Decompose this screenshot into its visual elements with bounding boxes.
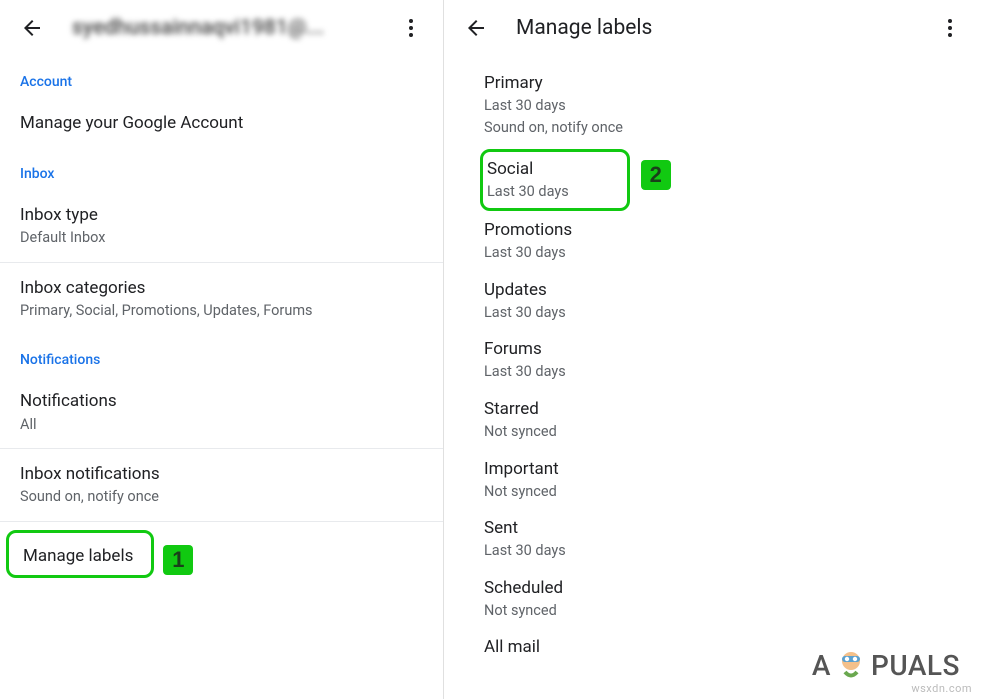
item-title: Inbox notifications: [20, 463, 423, 485]
item-subtitle: Sound on, notify once: [20, 487, 423, 507]
inbox-categories-item[interactable]: Inbox categories Primary, Social, Promot…: [0, 263, 443, 335]
item-title: Scheduled: [484, 577, 962, 599]
manage-labels-item[interactable]: Manage labels: [23, 545, 133, 567]
label-starred[interactable]: Starred Not synced: [444, 390, 982, 450]
item-subtitle: Not synced: [484, 601, 962, 621]
account-email-title: syedhussainnaqvi1981@...: [56, 16, 387, 40]
label-promotions[interactable]: Promotions Last 30 days: [444, 211, 982, 271]
item-subtitle: Last 30 days: [484, 362, 962, 382]
item-title: Notifications: [20, 390, 423, 412]
back-button[interactable]: [452, 4, 500, 52]
section-header-account: Account: [0, 56, 443, 98]
label-updates[interactable]: Updates Last 30 days: [444, 271, 982, 331]
item-subtitle: All: [20, 415, 423, 435]
item-subtitle: Last 30 days: [484, 243, 962, 263]
item-title: Manage your Google Account: [20, 112, 423, 134]
manage-google-account-item[interactable]: Manage your Google Account: [0, 98, 443, 148]
item-title: Promotions: [484, 219, 962, 241]
manage-labels-pane: Manage labels Primary Last 30 days Sound…: [444, 0, 982, 699]
arrow-back-icon: [464, 16, 488, 40]
item-subtitle: Sound on, notify once: [484, 118, 962, 138]
highlight-manage-labels: Manage labels 1: [6, 530, 154, 578]
section-header-inbox: Inbox: [0, 148, 443, 190]
item-subtitle: Not synced: [484, 482, 962, 502]
page-title: Manage labels: [500, 16, 926, 40]
item-title: Starred: [484, 398, 962, 420]
notifications-item[interactable]: Notifications All: [0, 376, 443, 448]
label-important[interactable]: Important Not synced: [444, 450, 982, 510]
item-subtitle: Primary, Social, Promotions, Updates, Fo…: [20, 301, 423, 321]
mascot-icon: [833, 647, 869, 683]
more-button[interactable]: [926, 4, 974, 52]
item-subtitle: Last 30 days: [487, 182, 569, 202]
item-title: Inbox categories: [20, 277, 423, 299]
brand-suffix: PUALS: [871, 649, 960, 682]
brand-prefix: A: [812, 649, 831, 682]
settings-pane: syedhussainnaqvi1981@... Account Manage …: [0, 0, 444, 699]
label-scheduled[interactable]: Scheduled Not synced: [444, 569, 982, 629]
item-subtitle: Last 30 days: [484, 303, 962, 323]
inbox-type-item[interactable]: Inbox type Default Inbox: [0, 190, 443, 262]
label-forums[interactable]: Forums Last 30 days: [444, 330, 982, 390]
settings-header: syedhussainnaqvi1981@...: [0, 0, 443, 56]
item-subtitle: Last 30 days: [484, 541, 962, 561]
item-subtitle: Not synced: [484, 422, 962, 442]
annotation-badge-1: 1: [163, 545, 193, 575]
item-title: Sent: [484, 517, 962, 539]
labels-list: Primary Last 30 days Sound on, notify on…: [444, 56, 982, 667]
item-title: Inbox type: [20, 204, 423, 226]
label-sent[interactable]: Sent Last 30 days: [444, 509, 982, 569]
annotation-badge-2: 2: [641, 160, 671, 190]
back-button[interactable]: [8, 4, 56, 52]
item-title: Primary: [484, 72, 962, 94]
manage-labels-header: Manage labels: [444, 0, 982, 56]
label-primary[interactable]: Primary Last 30 days Sound on, notify on…: [444, 64, 982, 145]
more-vert-icon: [938, 16, 962, 40]
section-header-notifications: Notifications: [0, 334, 443, 376]
item-title: Updates: [484, 279, 962, 301]
item-title: Forums: [484, 338, 962, 360]
label-social[interactable]: Social Last 30 days: [487, 158, 569, 202]
more-button[interactable]: [387, 4, 435, 52]
watermark: wsxdn.com: [911, 682, 972, 695]
item-title: Important: [484, 458, 962, 480]
item-subtitle: Last 30 days: [484, 96, 962, 116]
item-subtitle: Default Inbox: [20, 228, 423, 248]
arrow-back-icon: [20, 16, 44, 40]
more-vert-icon: [399, 16, 423, 40]
brand-logo: A PUALS: [812, 647, 960, 683]
highlight-social: Social Last 30 days 2: [480, 149, 630, 211]
item-title: Social: [487, 158, 569, 180]
inbox-notifications-item[interactable]: Inbox notifications Sound on, notify onc…: [0, 449, 443, 521]
